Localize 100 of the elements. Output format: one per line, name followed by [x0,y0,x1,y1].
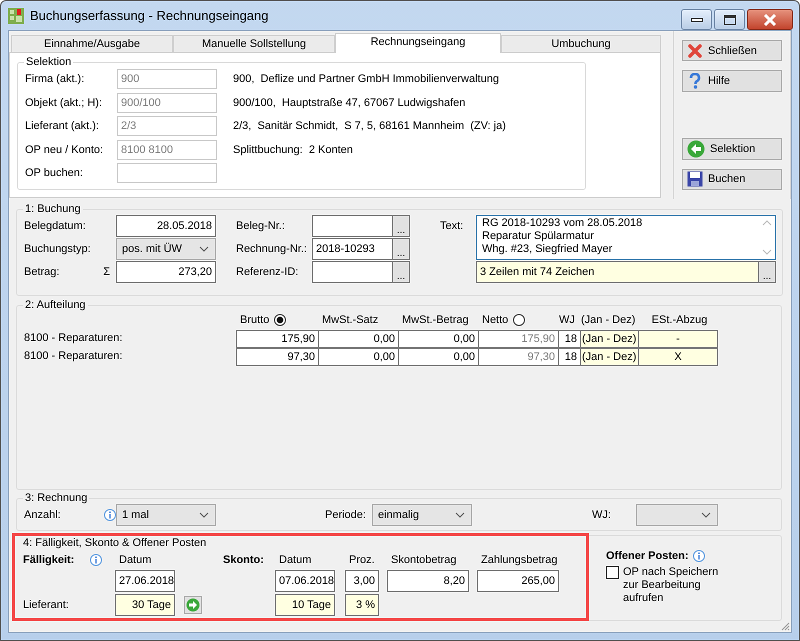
minimize-button[interactable] [681,9,712,30]
arrow-right-icon [186,598,200,612]
maximize-button[interactable] [714,9,745,30]
field-label: Objekt (akt.; H): [25,96,104,108]
input-field[interactable] [117,163,217,183]
info-icon[interactable] [90,554,102,566]
field-label: Betrag: [24,266,60,278]
dropdown[interactable]: 1 mal [116,504,216,526]
column-header: MwSt.-Betrag [402,314,469,326]
browse-button[interactable]: ... [758,261,776,283]
resize-grip-icon[interactable] [780,621,790,631]
table-cell: - [638,330,718,348]
browse-button[interactable]: ... [392,238,410,260]
maximize-icon [724,14,736,24]
tab[interactable]: Einnahme/Ausgabe [11,35,173,52]
save-button[interactable]: Buchen [682,168,782,190]
app-icon [7,6,25,24]
group-title: 3: Rechnung [24,492,88,504]
info-text: 2/3, Sanitär Schmidt, S 7, 5, 68161 Mannheim (ZV: ja) [233,120,507,132]
tab[interactable]: Umbuchung [501,35,661,52]
input-field[interactable]: 900 [117,69,217,89]
chevron-down-icon [701,512,711,518]
section-label: Fälligkeit: [23,554,74,566]
window-title: Buchungserfassung - Rechnungseingang [30,8,269,23]
table-cell: 0,00 [318,330,399,348]
column-header: Brutto [240,314,270,326]
table-cell: 175,90 [236,330,319,348]
date-field[interactable]: 27.06.2018 [115,570,175,592]
info-text: 900, Deflize und Partner GmbH Immobilienverwaltung [233,73,500,85]
date-field[interactable]: 28.05.2018 [116,215,216,237]
browse-button[interactable]: ... [392,215,410,237]
table-cell: 97,30 [478,348,559,366]
close-icon [763,14,777,26]
info-text: Splittbuchung: 2 Konten [233,144,354,156]
percent-field[interactable]: 3,00 [345,570,379,592]
table-cell: X [638,348,718,366]
column-header: Proz. [348,553,376,567]
field-label: Rechnung-Nr.: [236,243,308,255]
amount-field[interactable]: 8,20 [387,570,469,592]
field-label: OP neu / Konto: [25,144,104,156]
dropdown[interactable]: pos. mit ÜW [116,238,216,260]
tab[interactable]: Manuelle Sollstellung [173,35,335,52]
chevron-down-icon [199,512,209,518]
cross-icon [687,42,703,59]
summary-field: 3 Zeilen mit 74 Zeichen [476,261,758,283]
tab[interactable]: Rechnungseingang [335,33,501,53]
checkbox-label: OP nach Speichern zur Bearbeitung aufrufen [623,566,720,605]
input-field[interactable]: 900/100 [117,92,217,112]
field-label: Belegdatum: [24,220,87,232]
info-text: 900/100, Hauptstraße 47, 67067 Ludwigshafen [233,96,466,108]
field-label: OP buchen: [25,167,84,179]
input-field[interactable]: 8100 8100 [117,140,217,160]
close-button[interactable] [747,9,793,30]
column-header: WJ [559,314,575,326]
radio-button[interactable] [513,314,526,326]
table-cell: 0,00 [398,348,479,366]
amount-field[interactable]: 273,20 [116,261,216,283]
group-title: 1: Buchung [24,203,82,215]
section-label: Offener Posten: [606,550,689,562]
table-cell: (Jan - Dez) [580,330,639,348]
column-header: MwSt.-Satz [322,314,378,326]
dropdown[interactable]: einmalig [372,504,472,526]
group-title: Selektion [25,56,72,68]
table-cell: 18 [558,348,581,366]
input-field[interactable]: 2/3 [117,116,217,136]
input-field[interactable] [312,215,392,237]
field-label: Periode: [325,509,367,521]
column-header: Skontobetrag [390,553,458,567]
field-label: Buchungstyp: [24,243,92,255]
column-header: Zahlungsbetrag [480,553,558,567]
date-field[interactable]: 07.06.2018 [275,570,335,592]
minimize-icon [690,18,702,22]
field-label: Beleg-Nr.: [236,220,286,232]
close-button[interactable]: Schließen [682,40,782,62]
field-label: Lieferant: [23,599,70,611]
field-label: Text: [440,220,464,232]
info-icon[interactable] [692,550,705,562]
field-label: Referenz-ID: [236,266,300,278]
table-cell: 97,30 [236,348,319,366]
table-cell: 0,00 [398,330,479,348]
help-button[interactable]: Hilfe [682,70,782,92]
table-cell: (Jan - Dez) [580,348,639,366]
apply-button[interactable] [184,596,202,614]
browse-button[interactable]: ... [392,261,410,283]
amount-field[interactable]: 265,00 [477,570,559,592]
field-label: Lieferant (akt.): [25,120,100,132]
terms-field: 10 Tage [275,594,335,616]
selection-button[interactable]: Selektion [682,138,782,160]
input-field[interactable] [312,261,392,283]
info-icon[interactable] [104,509,116,521]
column-header: Datum [118,553,152,567]
field-label: Firma (akt.): [25,73,86,85]
checkbox[interactable] [606,566,619,579]
column-header: ESt.-Abzug [652,314,708,326]
input-field[interactable]: 2018-10293 [312,238,392,260]
table-cell: 0,00 [318,348,399,366]
table-cell: 18 [558,330,581,348]
column-header: Netto [482,314,508,326]
table-cell: 175,90 [478,330,559,348]
radio-button[interactable] [274,314,286,326]
